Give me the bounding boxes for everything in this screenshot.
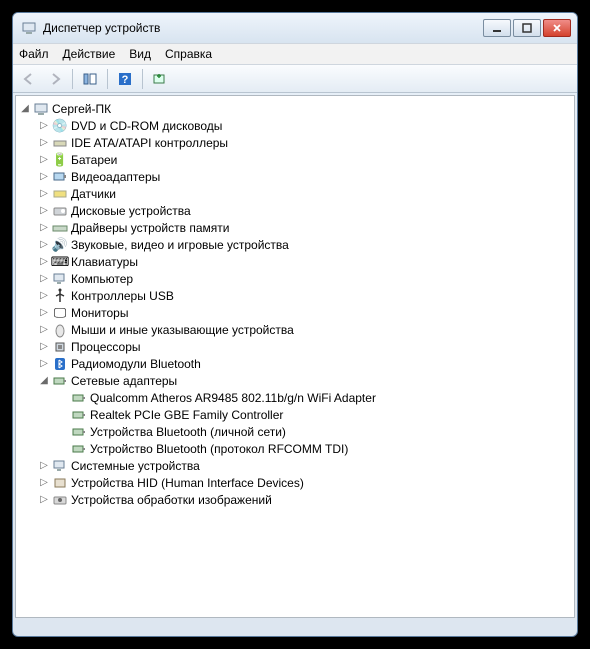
tree-item-ide[interactable]: ▷IDE ATA/ATAPI контроллеры xyxy=(37,134,572,151)
expand-icon[interactable]: ▷ xyxy=(37,204,51,218)
tree-item-net-btrfcomm[interactable]: ▷Устройство Bluetooth (протокол RFCOMM T… xyxy=(56,440,572,457)
menubar: Файл Действие Вид Справка xyxy=(13,43,577,65)
toolbar-separator xyxy=(72,69,73,89)
battery-icon: 🔋 xyxy=(52,152,68,168)
window-title: Диспетчер устройств xyxy=(43,21,483,35)
tree-item-hid[interactable]: ▷Устройства HID (Human Interface Devices… xyxy=(37,474,572,491)
expand-icon[interactable]: ▷ xyxy=(37,340,51,354)
expand-icon[interactable]: ▷ xyxy=(37,306,51,320)
show-hide-tree-button[interactable] xyxy=(78,68,102,90)
bluetooth-icon xyxy=(52,356,68,372)
scan-hardware-button[interactable] xyxy=(148,68,172,90)
close-button[interactable] xyxy=(543,19,571,37)
device-manager-window: Диспетчер устройств Файл Действие Вид Сп… xyxy=(12,12,578,637)
imaging-icon xyxy=(52,492,68,508)
network-card-icon xyxy=(71,424,87,440)
network-card-icon xyxy=(71,441,87,457)
back-button[interactable] xyxy=(17,68,41,90)
menu-view[interactable]: Вид xyxy=(129,47,151,61)
tree-item-net-btpan[interactable]: ▷Устройства Bluetooth (личной сети) xyxy=(56,423,572,440)
expand-icon[interactable]: ▷ xyxy=(37,119,51,133)
toolbar: ? xyxy=(13,65,577,93)
tree-item-usb[interactable]: ▷Контроллеры USB xyxy=(37,287,572,304)
computer-small-icon xyxy=(52,271,68,287)
network-adapter-icon xyxy=(52,373,68,389)
tree-item-video[interactable]: ▷Видеоадаптеры xyxy=(37,168,572,185)
tree-item-monitor[interactable]: ▷🖵Мониторы xyxy=(37,304,572,321)
expand-icon[interactable]: ▷ xyxy=(37,289,51,303)
tree-item-computer[interactable]: ▷Компьютер xyxy=(37,270,572,287)
tree-item-sensors[interactable]: ▷Датчики xyxy=(37,185,572,202)
forward-button[interactable] xyxy=(43,68,67,90)
disk-icon xyxy=(52,203,68,219)
tree-item-dvd[interactable]: ▷💿DVD и CD-ROM дисководы xyxy=(37,117,572,134)
expand-icon[interactable]: ▷ xyxy=(37,493,51,507)
keyboard-icon: ⌨ xyxy=(52,254,68,270)
system-device-icon xyxy=(52,458,68,474)
tree-pane[interactable]: ◢ Сергей-ПК ▷💿DVD и CD-ROM дисководы ▷ID… xyxy=(15,95,575,618)
sound-icon: 🔊 xyxy=(52,237,68,253)
network-card-icon xyxy=(71,407,87,423)
expand-icon[interactable]: ▷ xyxy=(37,459,51,473)
tree-item-sound[interactable]: ▷🔊Звуковые, видео и игровые устройства xyxy=(37,236,572,253)
tree-item-battery[interactable]: ▷🔋Батареи xyxy=(37,151,572,168)
help-button[interactable]: ? xyxy=(113,68,137,90)
ide-icon xyxy=(52,135,68,151)
tree-item-net[interactable]: ◢Сетевые адаптеры xyxy=(37,372,572,389)
window-controls xyxy=(483,19,571,37)
network-card-icon xyxy=(71,390,87,406)
monitor-icon: 🖵 xyxy=(52,305,68,321)
toolbar-separator xyxy=(107,69,108,89)
maximize-button[interactable] xyxy=(513,19,541,37)
tree-item-net-gbe[interactable]: ▷Realtek PCIe GBE Family Controller xyxy=(56,406,572,423)
display-adapter-icon xyxy=(52,169,68,185)
tree-item-net-wifi[interactable]: ▷Qualcomm Atheros AR9485 802.11b/g/n WiF… xyxy=(56,389,572,406)
cpu-icon xyxy=(52,339,68,355)
svg-text:?: ? xyxy=(122,74,129,86)
disc-icon: 💿 xyxy=(52,118,68,134)
tree-item-cpu[interactable]: ▷Процессоры xyxy=(37,338,572,355)
titlebar[interactable]: Диспетчер устройств xyxy=(13,13,577,43)
tree-item-imaging[interactable]: ▷Устройства обработки изображений xyxy=(37,491,572,508)
sensor-icon xyxy=(52,186,68,202)
tree-root[interactable]: ◢ Сергей-ПК xyxy=(18,100,572,117)
expand-icon[interactable]: ▷ xyxy=(37,187,51,201)
menu-file[interactable]: Файл xyxy=(19,47,49,61)
tree-item-system[interactable]: ▷Системные устройства xyxy=(37,457,572,474)
expand-icon[interactable]: ▷ xyxy=(37,323,51,337)
menu-action[interactable]: Действие xyxy=(63,47,116,61)
expand-icon[interactable]: ▷ xyxy=(37,255,51,269)
expand-icon[interactable]: ▷ xyxy=(37,136,51,150)
tree-item-btradio[interactable]: ▷Радиомодули Bluetooth xyxy=(37,355,572,372)
collapse-icon[interactable]: ◢ xyxy=(18,102,32,116)
menu-help[interactable]: Справка xyxy=(165,47,212,61)
toolbar-separator xyxy=(142,69,143,89)
expand-icon[interactable]: ▷ xyxy=(37,238,51,252)
usb-icon xyxy=(52,288,68,304)
memory-icon xyxy=(52,220,68,236)
tree-item-disk[interactable]: ▷Дисковые устройства xyxy=(37,202,572,219)
hid-icon xyxy=(52,475,68,491)
expand-icon[interactable]: ▷ xyxy=(37,476,51,490)
app-icon xyxy=(21,20,37,36)
expand-icon[interactable]: ▷ xyxy=(37,170,51,184)
expand-icon[interactable]: ▷ xyxy=(37,272,51,286)
minimize-button[interactable] xyxy=(483,19,511,37)
computer-icon xyxy=(33,101,49,117)
tree-item-memdrv[interactable]: ▷Драйверы устройств памяти xyxy=(37,219,572,236)
tree-item-keyboard[interactable]: ▷⌨Клавиатуры xyxy=(37,253,572,270)
tree-item-mouse[interactable]: ▷Мыши и иные указывающие устройства xyxy=(37,321,572,338)
tree-root-label: Сергей-ПК xyxy=(52,102,111,116)
statusbar xyxy=(13,620,577,636)
expand-icon[interactable]: ▷ xyxy=(37,153,51,167)
expand-icon[interactable]: ▷ xyxy=(37,357,51,371)
expand-icon[interactable]: ▷ xyxy=(37,221,51,235)
collapse-icon[interactable]: ◢ xyxy=(37,374,51,388)
mouse-icon xyxy=(52,322,68,338)
